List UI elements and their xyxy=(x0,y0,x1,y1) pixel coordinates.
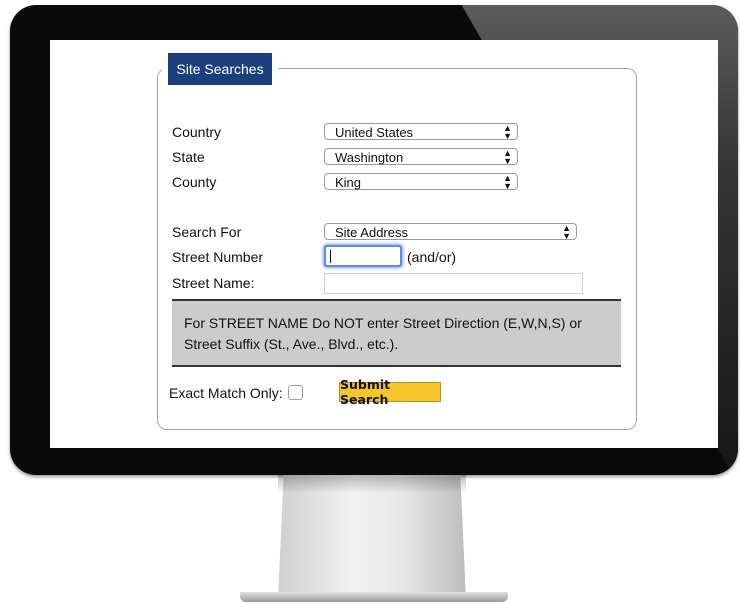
country-label: Country xyxy=(172,124,222,140)
county-select[interactable]: King ▲ ▼ xyxy=(324,173,518,190)
select-arrows-icon: ▲ ▼ xyxy=(503,122,512,141)
street-name-label: Street Name: xyxy=(172,275,255,291)
submit-search-button[interactable]: Submit Search xyxy=(339,377,441,407)
exact-match-checkbox[interactable] xyxy=(288,385,303,400)
search-for-select[interactable]: Site Address ▲ ▼ xyxy=(324,223,577,240)
monitor-frame: Site Searches Country United States ▲ ▼ S… xyxy=(10,5,738,475)
street-name-input[interactable] xyxy=(324,273,583,294)
screen: Site Searches Country United States ▲ ▼ S… xyxy=(50,40,718,448)
monitor-stand-base xyxy=(240,592,508,602)
state-select-value: Washington xyxy=(335,150,404,165)
text-caret xyxy=(330,250,331,263)
fieldset-legend: Site Searches xyxy=(168,53,272,85)
search-for-select-value: Site Address xyxy=(335,225,408,240)
street-name-note: For STREET NAME Do NOT enter Street Dire… xyxy=(172,299,621,367)
monitor-stand-neck xyxy=(278,475,466,600)
county-select-value: King xyxy=(335,175,362,190)
stand-shadow xyxy=(278,475,466,493)
street-number-suffix: (and/or) xyxy=(407,249,457,265)
country-select[interactable]: United States ▲ ▼ xyxy=(324,123,518,140)
state-select[interactable]: Washington ▲ ▼ xyxy=(324,148,518,165)
state-label: State xyxy=(172,149,205,165)
country-select-value: United States xyxy=(335,125,414,140)
exact-match-label: Exact Match Only: xyxy=(169,385,283,401)
select-arrows-icon: ▲ ▼ xyxy=(562,222,571,241)
search-for-label: Search For xyxy=(172,224,242,240)
street-number-label: Street Number xyxy=(172,249,264,265)
select-arrows-icon: ▲ ▼ xyxy=(503,147,512,166)
county-label: County xyxy=(172,174,217,190)
street-number-input[interactable] xyxy=(324,245,402,267)
select-arrows-icon: ▲ ▼ xyxy=(503,172,512,191)
